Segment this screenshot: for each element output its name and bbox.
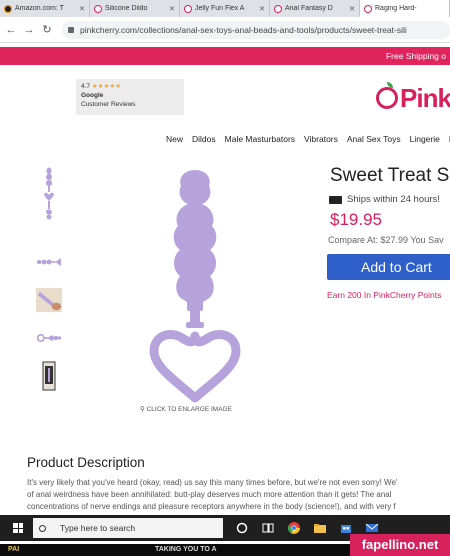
windows-start-icon[interactable] [13, 523, 23, 533]
product-thumbnail[interactable] [36, 330, 62, 346]
back-arrow-icon[interactable]: ← [4, 24, 18, 36]
nav-item[interactable]: New [166, 134, 183, 144]
tab-title: Anal Fantasy D [285, 5, 333, 12]
thumbnail-image [44, 167, 54, 220]
shipping-info: Ships within 24 hours! [329, 194, 440, 205]
compare-at-price: Compare At: $27.99 You Sav [328, 235, 444, 245]
star-rating-icon: ★★★★★ [91, 83, 121, 90]
watermark: fapellino.net [350, 534, 450, 556]
browser-tab[interactable]: Amazon.com: T ✕ [0, 0, 90, 17]
close-tab-icon[interactable]: ✕ [79, 5, 85, 13]
site-logo[interactable]: Pink [376, 82, 450, 113]
truck-icon [329, 195, 342, 204]
tab-title: Amazon.com: T [15, 5, 64, 12]
review-rating: 4.7 [81, 83, 91, 90]
nav-item[interactable]: Male Masturbators [225, 134, 295, 144]
magnifier-icon: ⚲ [140, 406, 147, 413]
google-reviews-badge[interactable]: 4.7 ★★★★★ Google Customer Reviews [76, 79, 184, 115]
review-brand: Google [81, 92, 104, 99]
search-icon [39, 524, 46, 532]
review-label: Customer Reviews [81, 101, 136, 108]
nav-item[interactable]: Vibrators [304, 134, 338, 144]
free-shipping-banner[interactable]: Free Shipping o [0, 47, 450, 65]
product-thumbnail[interactable] [36, 360, 62, 392]
description-line: It's very likely that you've heard (okay… [27, 478, 398, 487]
product-price: $19.95 [330, 210, 382, 229]
description-line: concentrations of nerve endings and plea… [27, 502, 396, 511]
tab-title: Jelly Fun Flex A [195, 5, 245, 12]
nav-item[interactable]: Anal Sex Toys [347, 134, 401, 144]
store-icon[interactable] [339, 521, 353, 535]
pinkcherry-icon [364, 4, 372, 13]
file-explorer-icon[interactable] [313, 521, 327, 535]
shipping-text: Ships within 24 hours! [347, 194, 440, 205]
lock-icon [68, 26, 74, 33]
enlarge-label: CLICK TO ENLARGE IMAGE [146, 406, 232, 413]
pinkcherry-icon [94, 4, 102, 13]
close-tab-icon[interactable]: ✕ [349, 5, 355, 13]
thumbnail-image [36, 257, 62, 267]
tab-title: Raging Hard- [375, 5, 417, 12]
browser-tab-active[interactable]: Raging Hard- [360, 0, 450, 17]
nav-item[interactable]: Lingerie [410, 134, 440, 144]
browser-toolbar: ← → ↻ pinkcherry.com/collections/anal-se… [0, 17, 450, 43]
product-thumbnail[interactable] [36, 166, 62, 224]
description-heading: Product Description [27, 455, 145, 470]
task-view-icon[interactable] [261, 521, 275, 535]
product-thumbnail[interactable] [36, 254, 62, 270]
pinkcherry-icon [274, 4, 282, 13]
thumbnail-image [42, 361, 56, 391]
amazon-icon [4, 4, 12, 13]
close-tab-icon[interactable]: ✕ [259, 5, 265, 13]
enlarge-image-link[interactable]: ⚲ CLICK TO ENLARGE IMAGE [140, 405, 232, 413]
address-bar[interactable]: pinkcherry.com/collections/anal-sex-toys… [62, 20, 450, 39]
rewards-points-link[interactable]: Earn 200 In PinkCherry Points [327, 290, 441, 300]
chrome-icon[interactable] [287, 521, 301, 535]
cherry-icon [376, 82, 398, 109]
url-text: pinkcherry.com/collections/anal-sex-toys… [80, 24, 407, 35]
browser-tab[interactable]: Jelly Fun Flex A ✕ [180, 0, 270, 17]
monitor-screen: Amazon.com: T ✕ Silicone Dildo ✕ Jelly F… [0, 0, 450, 544]
pinkcherry-icon [184, 4, 192, 13]
tab-title: Silicone Dildo [105, 5, 148, 12]
product-title: Sweet Treat Silic [330, 165, 450, 186]
cortana-icon[interactable] [235, 521, 249, 535]
taskbar-search-box[interactable]: Type here to search [33, 518, 223, 538]
description-line: of anal weirdness have been annihilated:… [27, 490, 392, 499]
logo-text: Pink [400, 82, 450, 113]
browser-tab-strip: Amazon.com: T ✕ Silicone Dildo ✕ Jelly F… [0, 0, 450, 17]
taskbar-search-placeholder: Type here to search [60, 523, 136, 533]
nav-item[interactable]: Dildos [192, 134, 216, 144]
bottom-mid-text: TAKING YOU TO A [155, 546, 217, 553]
main-navigation: New Dildos Male Masturbators Vibrators A… [166, 134, 450, 144]
product-thumbnail[interactable] [36, 286, 62, 314]
product-main-image[interactable] [140, 168, 250, 404]
forward-arrow-icon[interactable]: → [22, 24, 36, 36]
thumbnail-image [36, 333, 62, 343]
close-tab-icon[interactable]: ✕ [169, 5, 175, 13]
thumbnail-image [36, 287, 62, 313]
mail-icon[interactable] [365, 521, 379, 535]
description-text: It's very likely that you've heard (okay… [27, 477, 450, 513]
bottom-left-text: PAI [8, 546, 20, 553]
reload-icon[interactable]: ↻ [40, 23, 54, 36]
add-to-cart-button[interactable]: Add to Cart [327, 254, 450, 280]
browser-tab[interactable]: Anal Fantasy D ✕ [270, 0, 360, 17]
browser-tab[interactable]: Silicone Dildo ✕ [90, 0, 180, 17]
